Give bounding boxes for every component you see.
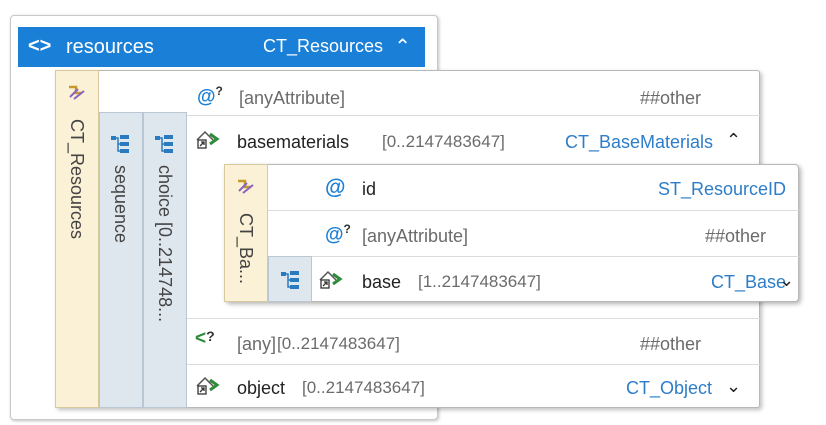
any-attribute-namespace: ##other	[640, 88, 702, 108]
object-occurrence: [0..2147483647]	[302, 378, 425, 397]
choice-icon	[153, 133, 175, 161]
choice-label: choice [0..214748...	[155, 165, 175, 323]
expand-chevron-icon[interactable]: ⌄	[779, 270, 794, 291]
choice-column: choice [0..214748...	[143, 112, 187, 408]
element-type[interactable]: CT_Resources	[263, 36, 383, 57]
id-attribute-type[interactable]: ST_ResourceID	[658, 179, 786, 200]
complex-type-icon	[66, 83, 88, 109]
object-element-name[interactable]: object	[237, 378, 285, 399]
basematerials-type[interactable]: CT_BaseMaterials	[565, 132, 713, 153]
basematerials-element-name[interactable]: basematerials	[237, 132, 349, 153]
inner-any-attribute-namespace: ##other	[705, 226, 767, 246]
element-name: resources	[66, 36, 154, 58]
base-type[interactable]: CT_Base	[711, 272, 786, 293]
complex-type-column: CT_Resources	[55, 70, 99, 408]
collapse-chevron-icon[interactable]: ⌃	[726, 130, 741, 151]
row-divider	[312, 256, 799, 257]
any-attribute-label: [anyAttribute]	[239, 88, 346, 108]
row-divider	[268, 210, 799, 211]
inner-sequence-column	[268, 256, 312, 302]
element-icon: <>	[28, 35, 52, 57]
any-element-label: [any]	[237, 334, 277, 354]
base-occurrence: [1..2147483647]	[418, 272, 541, 291]
inner-complex-type-label: CT_Ba...	[236, 213, 256, 285]
element-reference-icon	[195, 128, 223, 156]
object-type[interactable]: CT_Object	[626, 378, 712, 399]
inner-any-attribute-label: [anyAttribute]	[362, 226, 469, 246]
resources-element-header[interactable]: <> resources CT_Resources ⌃	[18, 27, 425, 67]
any-namespace: ##other	[640, 334, 702, 354]
collapse-chevron-icon[interactable]: ⌃	[394, 34, 411, 59]
basematerials-occurrence: [0..2147483647]	[382, 132, 505, 151]
sequence-icon	[109, 133, 131, 161]
inner-complex-type-column: CT_Ba...	[224, 164, 268, 302]
element-reference-icon	[195, 374, 223, 402]
any-attribute-icon: @?	[325, 222, 351, 246]
complex-type-icon	[235, 177, 257, 203]
attribute-icon: @	[325, 176, 346, 199]
id-attribute-name[interactable]: id	[362, 179, 376, 200]
row-divider	[187, 318, 760, 319]
any-occurrence: [0..2147483647]	[277, 334, 400, 353]
sequence-column: sequence	[99, 112, 143, 408]
sequence-icon	[279, 269, 301, 297]
sequence-label: sequence	[111, 165, 131, 244]
row-divider	[187, 364, 760, 365]
expand-chevron-icon[interactable]: ⌄	[726, 376, 741, 397]
any-icon: <?	[195, 328, 215, 349]
any-attribute-icon: @?	[197, 84, 223, 108]
row-divider	[187, 115, 760, 116]
base-element-name[interactable]: base	[362, 272, 401, 293]
complex-type-label: CT_Resources	[67, 119, 87, 240]
element-reference-icon	[318, 268, 346, 296]
